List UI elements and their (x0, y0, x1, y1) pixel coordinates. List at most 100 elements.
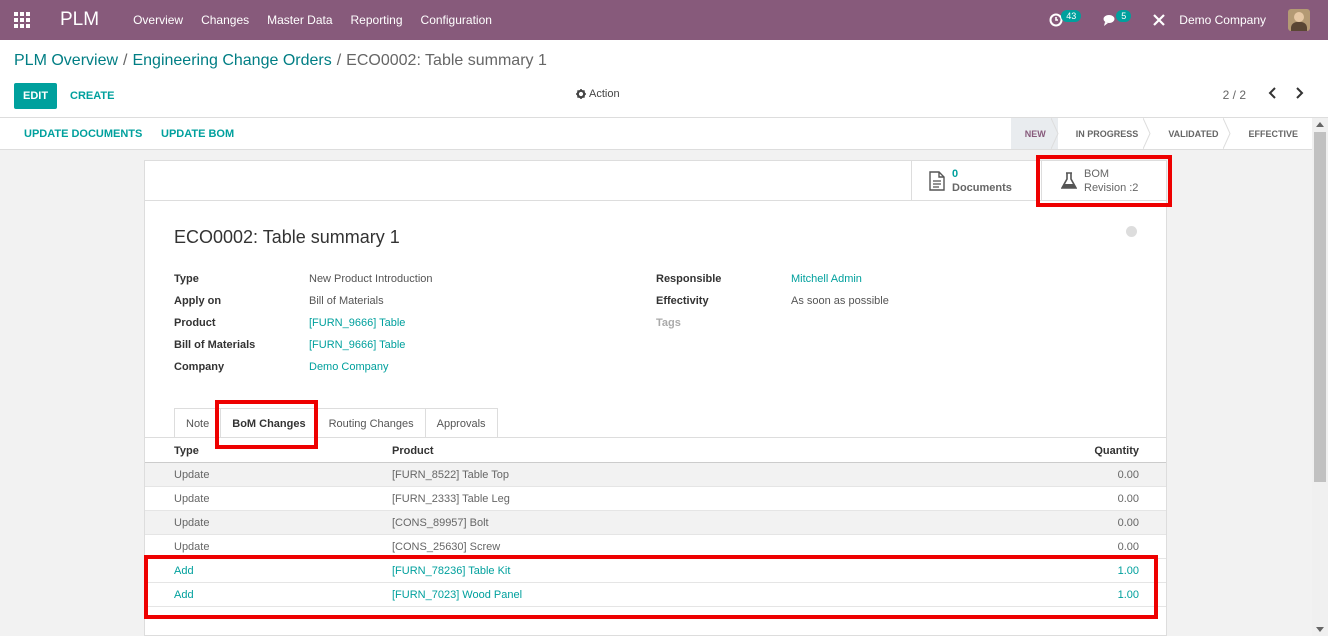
cell-product: [FURN_78236] Table Kit (392, 565, 511, 577)
scroll-thumb[interactable] (1314, 132, 1326, 482)
field-value-effectivity: As soon as possible (791, 295, 889, 307)
bom-revision-label: Revision :2 (1084, 182, 1139, 194)
cell-quantity: 1.00 (1117, 565, 1139, 577)
flask-icon (1061, 172, 1077, 189)
tab-note[interactable]: Note (174, 408, 222, 438)
pager-next-icon[interactable] (1294, 86, 1304, 102)
scroll-down-icon[interactable] (1316, 627, 1324, 632)
apps-menu-icon[interactable] (0, 0, 44, 40)
cell-type: Add (174, 589, 194, 601)
form-statusbar: UPDATE DOCUMENTS UPDATE BOM NEW IN PROGR… (0, 118, 1312, 150)
user-avatar[interactable] (1288, 9, 1310, 31)
field-label-type: Type (174, 273, 199, 285)
cell-product: [FURN_2333] Table Leg (392, 493, 510, 505)
table-row[interactable]: Add [FURN_7023] Wood Panel 1.00 (145, 583, 1166, 607)
cell-quantity: 0.00 (1117, 541, 1139, 553)
documents-count: 0 (952, 168, 959, 180)
tools-icon (1153, 14, 1166, 26)
column-header-quantity[interactable]: Quantity (1094, 445, 1139, 457)
pager-value[interactable]: 2 / 2 (1223, 88, 1246, 102)
breadcrumb-eco-list[interactable]: Engineering Change Orders (132, 52, 331, 69)
menu-reporting[interactable]: Reporting (351, 13, 403, 27)
document-icon (929, 171, 945, 191)
create-button[interactable]: CREATE (70, 83, 114, 109)
gear-icon (576, 89, 586, 99)
stage-label: NEW (1024, 128, 1046, 139)
documents-smart-button[interactable]: 0 Documents (911, 161, 1041, 201)
cell-type: Update (174, 541, 210, 553)
field-value-apply-on: Bill of Materials (309, 295, 384, 307)
update-documents-button[interactable]: UPDATE DOCUMENTS (24, 118, 142, 149)
field-value-product[interactable]: [FURN_9666] Table (309, 317, 405, 329)
bom-revision-smart-button[interactable]: BOM Revision :2 (1041, 161, 1166, 201)
breadcrumb-separator: / (336, 52, 342, 69)
messages-badge: 5 (1116, 10, 1132, 22)
action-menu[interactable]: Action (576, 88, 620, 100)
update-bom-button[interactable]: UPDATE BOM (161, 118, 234, 149)
field-label-product: Product (174, 317, 216, 329)
vertical-scrollbar[interactable] (1312, 118, 1328, 636)
table-row[interactable]: Update [FURN_8522] Table Top 0.00 (145, 463, 1166, 487)
table-row[interactable]: Update [FURN_2333] Table Leg 0.00 (145, 487, 1166, 511)
form-sheet: 0 Documents BOM Revision :2 ECO0002: Tab… (144, 160, 1167, 636)
app-brand[interactable]: PLM (60, 9, 99, 31)
cell-quantity: 0.00 (1117, 493, 1139, 505)
control-panel: PLM Overview / Engineering Change Orders / E… (0, 40, 1328, 118)
field-label-apply-on: Apply on (174, 295, 222, 307)
cell-product: [FURN_8522] Table Top (392, 469, 509, 481)
edit-button[interactable]: EDIT (14, 83, 58, 109)
activities-button[interactable]: 43 (1049, 10, 1082, 27)
stage-validated[interactable]: VALIDATED (1150, 118, 1232, 149)
table-row[interactable]: Update [CONS_89957] Bolt 0.00 (145, 511, 1166, 535)
stage-in-progress[interactable]: IN PROGRESS (1058, 118, 1151, 149)
top-navbar: PLM Overview Changes Master Data Reporti… (0, 0, 1328, 40)
menu-configuration[interactable]: Configuration (421, 13, 492, 27)
cell-type: Update (174, 493, 210, 505)
breadcrumb-plm-overview[interactable]: PLM Overview (14, 52, 118, 69)
record-title: ECO0002: Table summary 1 (174, 227, 400, 247)
kanban-state-indicator[interactable] (1126, 226, 1137, 237)
breadcrumb-separator: / (123, 52, 128, 69)
field-label-bill-of-materials: Bill of Materials (174, 339, 256, 351)
activities-badge: 43 (1061, 10, 1082, 22)
cell-quantity: 0.00 (1117, 469, 1139, 481)
smart-button-box: 0 Documents BOM Revision :2 (145, 161, 1166, 201)
menu-overview[interactable]: Overview (133, 13, 183, 27)
breadcrumb: PLM Overview / Engineering Change Orders / E… (14, 52, 547, 70)
scroll-up-icon[interactable] (1316, 122, 1324, 127)
table-row[interactable]: Update [CONS_25630] Screw 0.00 (145, 535, 1166, 559)
debug-tools-button[interactable] (1153, 14, 1166, 26)
tab-bom-changes[interactable]: BoM Changes (220, 408, 318, 438)
tab-routing-changes[interactable]: Routing Changes (316, 408, 426, 438)
field-label-company: Company (174, 361, 225, 373)
notebook-tabs: Note BoM Changes Routing Changes Approva… (174, 408, 498, 438)
stage-pipeline: NEW IN PROGRESS VALIDATED EFFECTIVE (1010, 118, 1312, 149)
pager-previous-icon[interactable] (1268, 86, 1278, 102)
field-value-bill-of-materials[interactable]: [FURN_9666] Table (309, 339, 405, 351)
action-label: Action (589, 88, 620, 100)
cell-type: Add (174, 565, 194, 577)
table-row[interactable]: Add [FURN_78236] Table Kit 1.00 (145, 559, 1166, 583)
field-label-effectivity: Effectivity (656, 295, 709, 307)
menu-changes[interactable]: Changes (201, 13, 249, 27)
cell-product: [CONS_89957] Bolt (392, 517, 489, 529)
cell-quantity: 1.00 (1117, 589, 1139, 601)
bom-label: BOM (1084, 168, 1110, 180)
column-header-type[interactable]: Type (174, 445, 199, 457)
field-value-responsible[interactable]: Mitchell Admin (791, 273, 862, 285)
cell-product: [CONS_25630] Screw (392, 541, 501, 553)
stage-effective[interactable]: EFFECTIVE (1230, 118, 1312, 149)
breadcrumb-current: ECO0002: Table summary 1 (346, 52, 547, 69)
cell-type: Update (174, 469, 210, 481)
field-value-company[interactable]: Demo Company (309, 361, 388, 373)
menu-master-data[interactable]: Master Data (267, 13, 332, 27)
stage-new[interactable]: NEW (1010, 118, 1059, 149)
field-label-responsible: Responsible (656, 273, 722, 285)
company-switcher[interactable]: Demo Company (1179, 13, 1266, 27)
cell-type: Update (174, 517, 210, 529)
column-header-product[interactable]: Product (392, 445, 434, 457)
stage-label: IN PROGRESS (1075, 128, 1139, 139)
field-value-type: New Product Introduction (309, 273, 433, 285)
messages-button[interactable]: 5 (1103, 10, 1132, 27)
tab-approvals[interactable]: Approvals (424, 408, 498, 438)
